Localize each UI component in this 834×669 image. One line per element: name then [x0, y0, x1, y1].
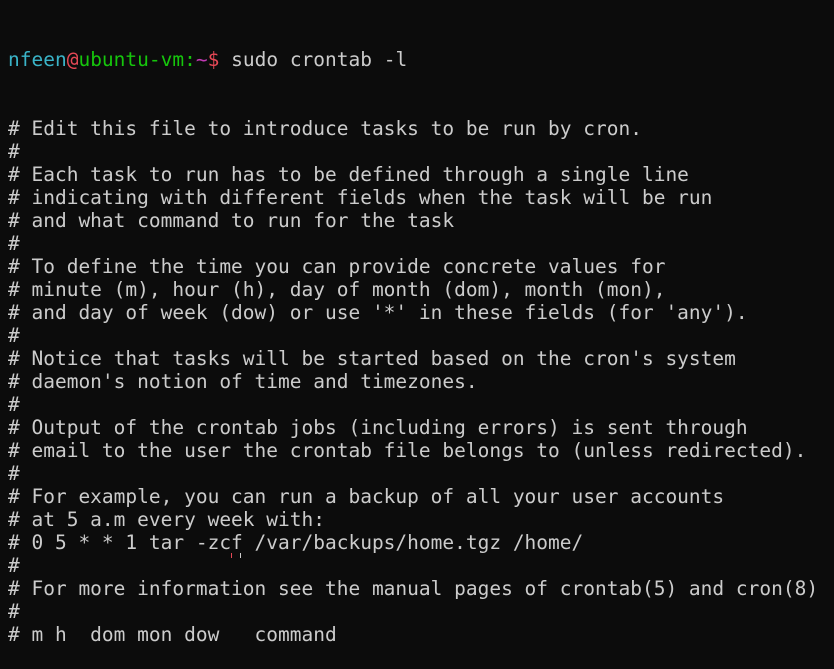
output-line: # [8, 232, 20, 255]
output-line: # Edit this file to introduce tasks to b… [8, 117, 642, 140]
terminal-output[interactable]: nfeen@ubuntu-vm:~$ sudo crontab -l # Edi… [8, 2, 834, 669]
output-line: # minute (m), hour (h), day of month (do… [8, 278, 666, 301]
output-line: # Notice that tasks will be started base… [8, 347, 736, 370]
output-line: # daemon's notion of time and timezones. [8, 370, 478, 393]
prompt-user: nfeen [8, 48, 67, 71]
prompt-host: ubuntu-vm [78, 48, 185, 71]
cursor-marker [231, 553, 232, 558]
command-text: sudo crontab -l [219, 48, 408, 71]
output-line: # To define the time you can provide con… [8, 255, 666, 278]
output-line: # Output of the crontab jobs (including … [8, 416, 748, 439]
output-line: # email to the user the crontab file bel… [8, 439, 807, 462]
output-line: # Each task to run has to be defined thr… [8, 163, 689, 186]
output-line: # and what command to run for the task [8, 209, 455, 232]
output-line: # [8, 393, 20, 416]
output-line: # [8, 324, 20, 347]
output-line: # [8, 140, 20, 163]
output-line: # 0 5 * * 1 tar -zcf /var/backups/home.t… [8, 531, 584, 554]
output-line: # at 5 a.m every week with: [8, 508, 325, 531]
output-line: # For example, you can run a backup of a… [8, 485, 725, 508]
output-line: # indicating with different fields when … [8, 186, 713, 209]
prompt-path: ~ [195, 48, 208, 71]
prompt-line: nfeen@ubuntu-vm:~$ sudo crontab -l [8, 48, 834, 71]
output-line: # [8, 554, 20, 577]
output-line: # and day of week (dow) or use '*' in th… [8, 301, 748, 324]
prompt-at: @ [66, 48, 79, 71]
output-line: # m h dom mon dow command [8, 623, 337, 646]
text-cursor [240, 553, 241, 558]
output-line: # [8, 462, 20, 485]
prompt-symbol: $ [207, 48, 220, 71]
prompt-colon: : [184, 48, 196, 71]
output-line: # [8, 600, 20, 623]
output-line: # For more information see the manual pa… [8, 577, 819, 600]
